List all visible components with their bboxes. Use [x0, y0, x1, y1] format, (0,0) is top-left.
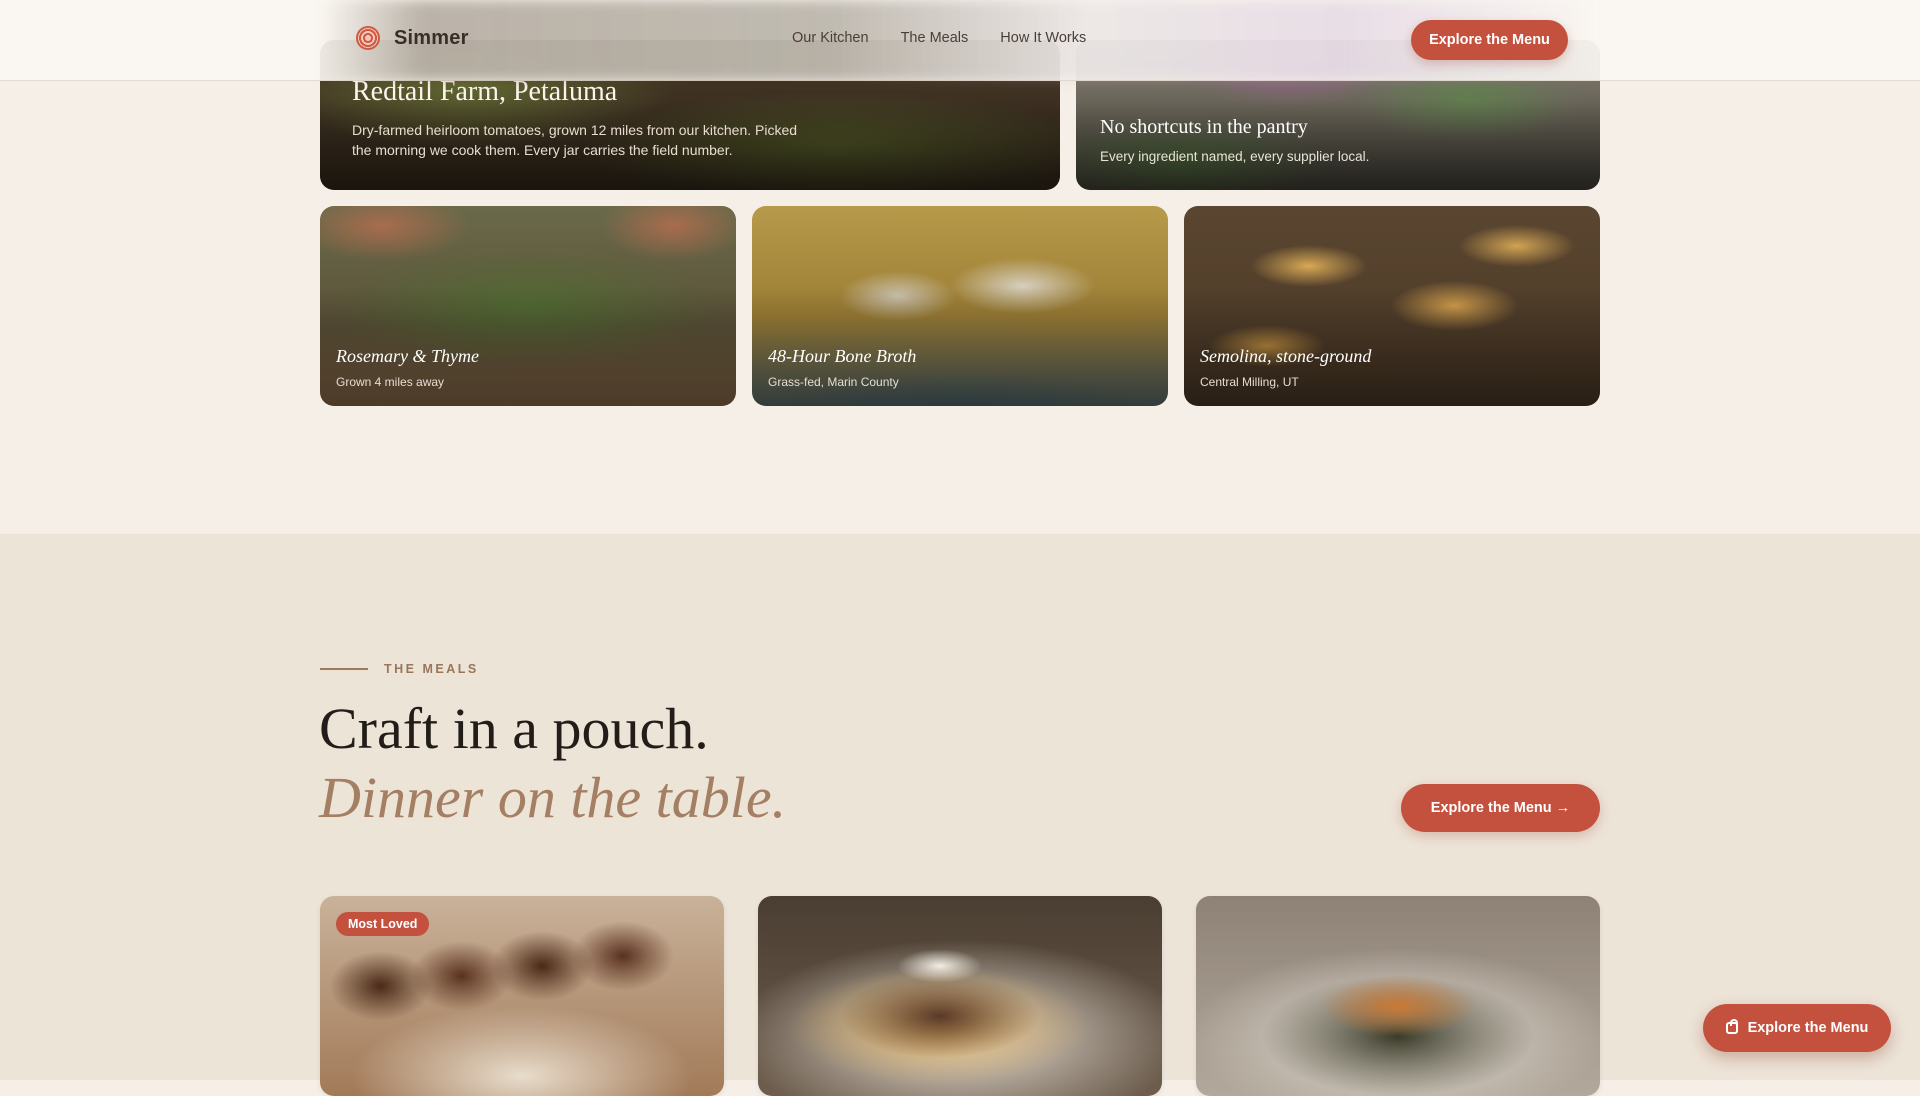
ingredient-card-semolina[interactable]: Semolina, stone-ground Central Milling, …: [1184, 206, 1600, 406]
ingredient-card-broth[interactable]: 48-Hour Bone Broth Grass-fed, Marin Coun…: [752, 206, 1168, 406]
main-nav: Our Kitchen The Meals How It Works: [792, 30, 1086, 46]
meals-section: THE MEALS Craft in a pouch. Dinner on th…: [0, 534, 1920, 1096]
ingredient-card-title: Semolina, stone-ground: [1200, 346, 1372, 366]
brand-mark-icon: [356, 26, 380, 50]
brand-logo[interactable]: Simmer: [356, 26, 469, 50]
meal-card-ragu[interactable]: [758, 896, 1162, 1096]
meal-card-chicken-lentils[interactable]: [1196, 896, 1600, 1096]
meals-subheadline: Dinner on the table.: [319, 765, 787, 830]
pantry-card-title: No shortcuts in the pantry: [1100, 116, 1308, 138]
nav-the-meals[interactable]: The Meals: [901, 30, 969, 46]
eyebrow-divider: [320, 668, 368, 670]
brand-name: Simmer: [394, 26, 469, 49]
ingredient-card-title: Rosemary & Thyme: [336, 346, 479, 366]
floating-cta-label: Explore the Menu: [1747, 1020, 1869, 1036]
nav-our-kitchen[interactable]: Our Kitchen: [792, 30, 869, 46]
most-loved-badge: Most Loved: [336, 912, 430, 936]
meals-eyebrow: THE MEALS: [320, 662, 479, 676]
eyebrow-label: THE MEALS: [384, 662, 479, 676]
header-explore-menu-button[interactable]: Explore the Menu: [1411, 20, 1568, 60]
floating-explore-menu-button[interactable]: Explore the Menu: [1703, 1004, 1891, 1052]
ingredient-card-subtitle: Grass-fed, Marin County: [768, 375, 899, 389]
farm-card-description: Dry-farmed heirloom tomatoes, grown 12 m…: [352, 122, 798, 158]
ingredient-card-title: 48-Hour Bone Broth: [768, 346, 917, 366]
site-header: Simmer Our Kitchen The Meals How It Work…: [0, 0, 1920, 81]
meal-card-short-ribs[interactable]: Most Loved: [320, 896, 724, 1096]
pantry-card-description: Every ingredient named, every supplier l…: [1100, 149, 1370, 164]
nav-how-it-works[interactable]: How It Works: [1000, 30, 1086, 46]
meals-headline: Craft in a pouch.: [319, 696, 709, 761]
ingredient-card-herbs[interactable]: Rosemary & Thyme Grown 4 miles away: [320, 206, 736, 406]
shopping-bag-icon: [1725, 1019, 1738, 1034]
meals-explore-menu-button[interactable]: Explore the Menu →: [1401, 784, 1600, 832]
ingredient-card-subtitle: Central Milling, UT: [1200, 375, 1299, 389]
ingredient-card-subtitle: Grown 4 miles away: [336, 375, 445, 389]
